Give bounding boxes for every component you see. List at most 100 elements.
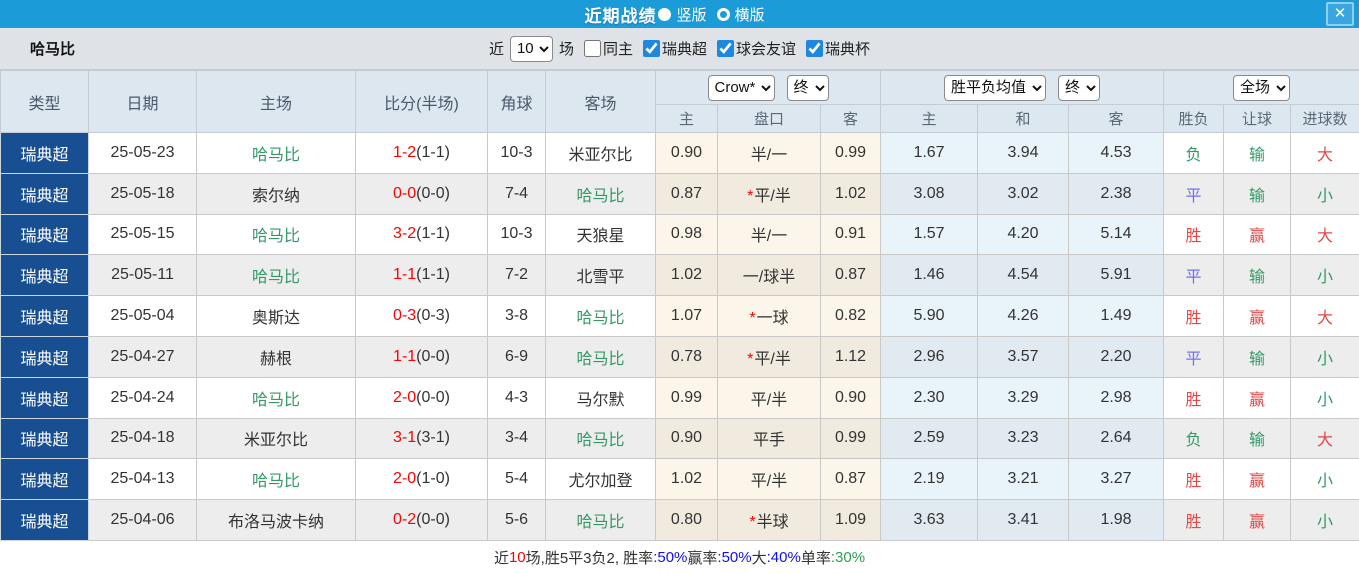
goals-result-cell: 小 bbox=[1291, 500, 1359, 541]
europe-odds-header: 胜平负均值 终 bbox=[881, 71, 1164, 105]
results-tbody: 瑞典超25-05-23哈马比1-2(1-1)10-3米亚尔比0.90半/一0.9… bbox=[1, 133, 1359, 541]
date-cell: 25-05-15 bbox=[89, 214, 197, 255]
league-cell: 瑞典超 bbox=[1, 377, 89, 418]
layout-option-label: 横版 bbox=[735, 4, 765, 25]
filter-bar: 哈马比 近 10 场 同主 瑞典超球会友谊瑞典杯 bbox=[0, 28, 1359, 70]
date-cell: 25-05-23 bbox=[89, 133, 197, 174]
home-team-cell: 索尔纳 bbox=[197, 173, 356, 214]
date-cell: 25-04-13 bbox=[89, 459, 197, 500]
subheader-asian-home: 主 bbox=[656, 105, 718, 133]
layout-option-横版[interactable]: 横版 bbox=[717, 4, 765, 25]
euro-draw-odds-cell: 3.41 bbox=[978, 500, 1069, 541]
euro-draw-odds-cell: 3.23 bbox=[978, 418, 1069, 459]
goals-result-cell: 小 bbox=[1291, 459, 1359, 500]
score-cell: 2-0(0-0) bbox=[356, 377, 488, 418]
full-time-score: 3-2 bbox=[393, 225, 416, 242]
summary-segment: 赢率 bbox=[687, 547, 717, 568]
league-cell: 瑞典超 bbox=[1, 255, 89, 296]
asian-line-cell: 平/半 bbox=[718, 377, 821, 418]
summary-segment: 近 bbox=[494, 547, 509, 568]
euro-away-odds-cell: 2.38 bbox=[1069, 173, 1164, 214]
result-cell: 胜 bbox=[1164, 296, 1224, 337]
home-team-cell: 米亚尔比 bbox=[197, 418, 356, 459]
asian-away-odds-cell: 1.09 bbox=[821, 500, 881, 541]
euro-away-odds-cell: 3.27 bbox=[1069, 459, 1164, 500]
bookmaker-select[interactable]: Crow* bbox=[708, 75, 775, 101]
competition-checkbox-瑞典超[interactable] bbox=[643, 40, 660, 57]
full-time-score: 2-0 bbox=[393, 470, 416, 487]
half-time-score: (1-1) bbox=[416, 225, 450, 242]
euro-draw-odds-cell: 3.29 bbox=[978, 377, 1069, 418]
euro-draw-odds-cell: 3.94 bbox=[978, 133, 1069, 174]
table-row: 瑞典超25-04-18米亚尔比3-1(3-1)3-4哈马比0.90平手0.992… bbox=[1, 418, 1359, 459]
team-name: 哈马比 bbox=[30, 38, 75, 59]
close-button[interactable]: ✕ bbox=[1326, 2, 1354, 26]
league-cell: 瑞典超 bbox=[1, 173, 89, 214]
asian-line-cell: *平/半 bbox=[718, 336, 821, 377]
euro-away-odds-cell: 2.98 bbox=[1069, 377, 1164, 418]
euro-home-odds-cell: 2.96 bbox=[881, 336, 978, 377]
half-time-score: (0-0) bbox=[416, 185, 450, 202]
score-cell: 3-1(3-1) bbox=[356, 418, 488, 459]
table-row: 瑞典超25-05-04奥斯达0-3(0-3)3-8哈马比1.07*一球0.825… bbox=[1, 296, 1359, 337]
scope-select[interactable]: 全场 bbox=[1233, 75, 1290, 101]
asian-home-odds-cell: 0.98 bbox=[656, 214, 718, 255]
result-cell: 负 bbox=[1164, 133, 1224, 174]
competition-checkbox-球会友谊[interactable] bbox=[717, 40, 734, 57]
away-team-cell: 尤尔加登 bbox=[546, 459, 656, 500]
handicap-result-cell: 赢 bbox=[1224, 296, 1291, 337]
layout-option-竖版[interactable]: 竖版 bbox=[658, 4, 706, 25]
half-time-score: (0-0) bbox=[416, 389, 450, 406]
header-corners: 角球 bbox=[488, 71, 546, 133]
handicap-result-cell: 赢 bbox=[1224, 459, 1291, 500]
home-team-cell: 哈马比 bbox=[197, 255, 356, 296]
date-cell: 25-04-18 bbox=[89, 418, 197, 459]
asian-line-cell: *一球 bbox=[718, 296, 821, 337]
away-team-cell: 北雪平 bbox=[546, 255, 656, 296]
table-row: 瑞典超25-05-15哈马比3-2(1-1)10-3天狼星0.98半/一0.91… bbox=[1, 214, 1359, 255]
subheader-handicap-result: 让球 bbox=[1224, 105, 1291, 133]
asian-line-cell: *半球 bbox=[718, 500, 821, 541]
table-row: 瑞典超25-04-24哈马比2-0(0-0)4-3马尔默0.99平/半0.902… bbox=[1, 377, 1359, 418]
home-team-cell: 哈马比 bbox=[197, 214, 356, 255]
asian-away-odds-cell: 0.87 bbox=[821, 255, 881, 296]
away-team-cell: 哈马比 bbox=[546, 296, 656, 337]
same-home-checkbox[interactable] bbox=[584, 40, 601, 57]
competition-filters: 瑞典超球会友谊瑞典杯 bbox=[633, 38, 870, 59]
away-team-cell: 天狼星 bbox=[546, 214, 656, 255]
bookmaker-state-select[interactable]: 终 bbox=[787, 75, 829, 101]
asian-home-odds-cell: 1.02 bbox=[656, 459, 718, 500]
half-time-score: (0-0) bbox=[416, 348, 450, 365]
europe-state-select[interactable]: 终 bbox=[1058, 75, 1100, 101]
asian-away-odds-cell: 0.82 bbox=[821, 296, 881, 337]
euro-home-odds-cell: 2.59 bbox=[881, 418, 978, 459]
handicap-result-cell: 输 bbox=[1224, 418, 1291, 459]
euro-home-odds-cell: 2.30 bbox=[881, 377, 978, 418]
result-cell: 平 bbox=[1164, 255, 1224, 296]
corners-cell: 4-3 bbox=[488, 377, 546, 418]
euro-away-odds-cell: 5.14 bbox=[1069, 214, 1164, 255]
handicap-result-cell: 输 bbox=[1224, 173, 1291, 214]
title-bar: 近期战绩 竖版横版 ✕ bbox=[0, 0, 1359, 28]
league-cell: 瑞典超 bbox=[1, 296, 89, 337]
table-row: 瑞典超25-05-11哈马比1-1(1-1)7-2北雪平1.02一/球半0.87… bbox=[1, 255, 1359, 296]
europe-avg-select[interactable]: 胜平负均值 bbox=[944, 75, 1046, 101]
table-row: 瑞典超25-05-23哈马比1-2(1-1)10-3米亚尔比0.90半/一0.9… bbox=[1, 133, 1359, 174]
half-time-score: (1-1) bbox=[416, 266, 450, 283]
home-team-cell: 布洛马波卡纳 bbox=[197, 500, 356, 541]
euro-draw-odds-cell: 3.21 bbox=[978, 459, 1069, 500]
home-team-cell: 哈马比 bbox=[197, 133, 356, 174]
competition-checkbox-瑞典杯[interactable] bbox=[806, 40, 823, 57]
euro-away-odds-cell: 1.49 bbox=[1069, 296, 1164, 337]
recent-count-select[interactable]: 10 bbox=[510, 36, 553, 62]
result-cell: 负 bbox=[1164, 418, 1224, 459]
score-cell: 0-2(0-0) bbox=[356, 500, 488, 541]
away-team-cell: 哈马比 bbox=[546, 173, 656, 214]
goals-result-cell: 小 bbox=[1291, 255, 1359, 296]
date-cell: 25-05-11 bbox=[89, 255, 197, 296]
handicap-result-cell: 输 bbox=[1224, 336, 1291, 377]
result-cell: 平 bbox=[1164, 173, 1224, 214]
away-team-cell: 哈马比 bbox=[546, 418, 656, 459]
goals-result-cell: 大 bbox=[1291, 133, 1359, 174]
half-time-score: (0-0) bbox=[416, 511, 450, 528]
